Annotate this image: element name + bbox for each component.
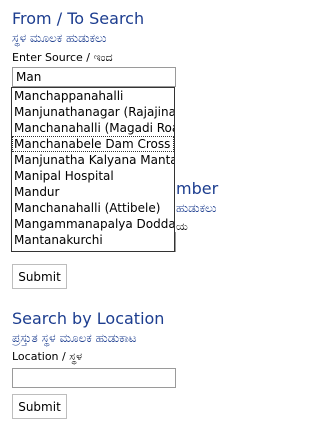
source-autocomplete-list: Manchappanahalli Manjunathanagar (Rajaji… xyxy=(11,87,175,252)
source-input[interactable] xyxy=(12,67,176,87)
autocomplete-item[interactable]: Mangammanapalya Doddakere xyxy=(12,216,174,232)
autocomplete-item[interactable]: Manjunatha Kalyana Mantapa xyxy=(12,152,174,168)
route-number-subtitle: ಹುಡುಕಲು xyxy=(176,201,217,215)
autocomplete-item-active[interactable]: Manchanabele Dam Cross xyxy=(12,136,174,152)
autocomplete-item[interactable]: Mantanakurchi xyxy=(12,232,174,248)
autocomplete-item[interactable]: Manipal Hospital xyxy=(12,168,174,184)
location-submit-button[interactable]: Submit xyxy=(12,394,67,419)
location-title: Search by Location xyxy=(12,309,165,328)
from-to-subtitle: ಸ್ಥಳ ಮೂಲಕ ಹುಡುಕಲು xyxy=(12,31,107,45)
autocomplete-item[interactable]: Mandur xyxy=(12,184,174,200)
location-subtitle: ಪ್ರಸ್ತುತ ಸ್ಥಳ ಮೂಲಕ ಹುಡುಕಾಟ xyxy=(12,331,137,345)
source-label: Enter Source / ಇಂದ xyxy=(12,51,113,64)
autocomplete-item[interactable]: Manjunathanagar (Rajajinagar) xyxy=(12,104,174,120)
route-number-peek: ಯ xyxy=(176,220,188,233)
autocomplete-item[interactable]: Manchanahalli (Attibele) xyxy=(12,200,174,216)
route-number-title: mber xyxy=(176,179,219,198)
location-label: Location / ಸ್ಥಳ xyxy=(12,350,83,363)
location-input[interactable] xyxy=(12,368,176,388)
from-to-title: From / To Search xyxy=(12,9,145,28)
autocomplete-item[interactable]: Manchappanahalli xyxy=(12,88,174,104)
autocomplete-item[interactable]: Manchanahalli (Magadi Road) xyxy=(12,120,174,136)
route-number-submit-button[interactable]: Submit xyxy=(12,264,67,289)
